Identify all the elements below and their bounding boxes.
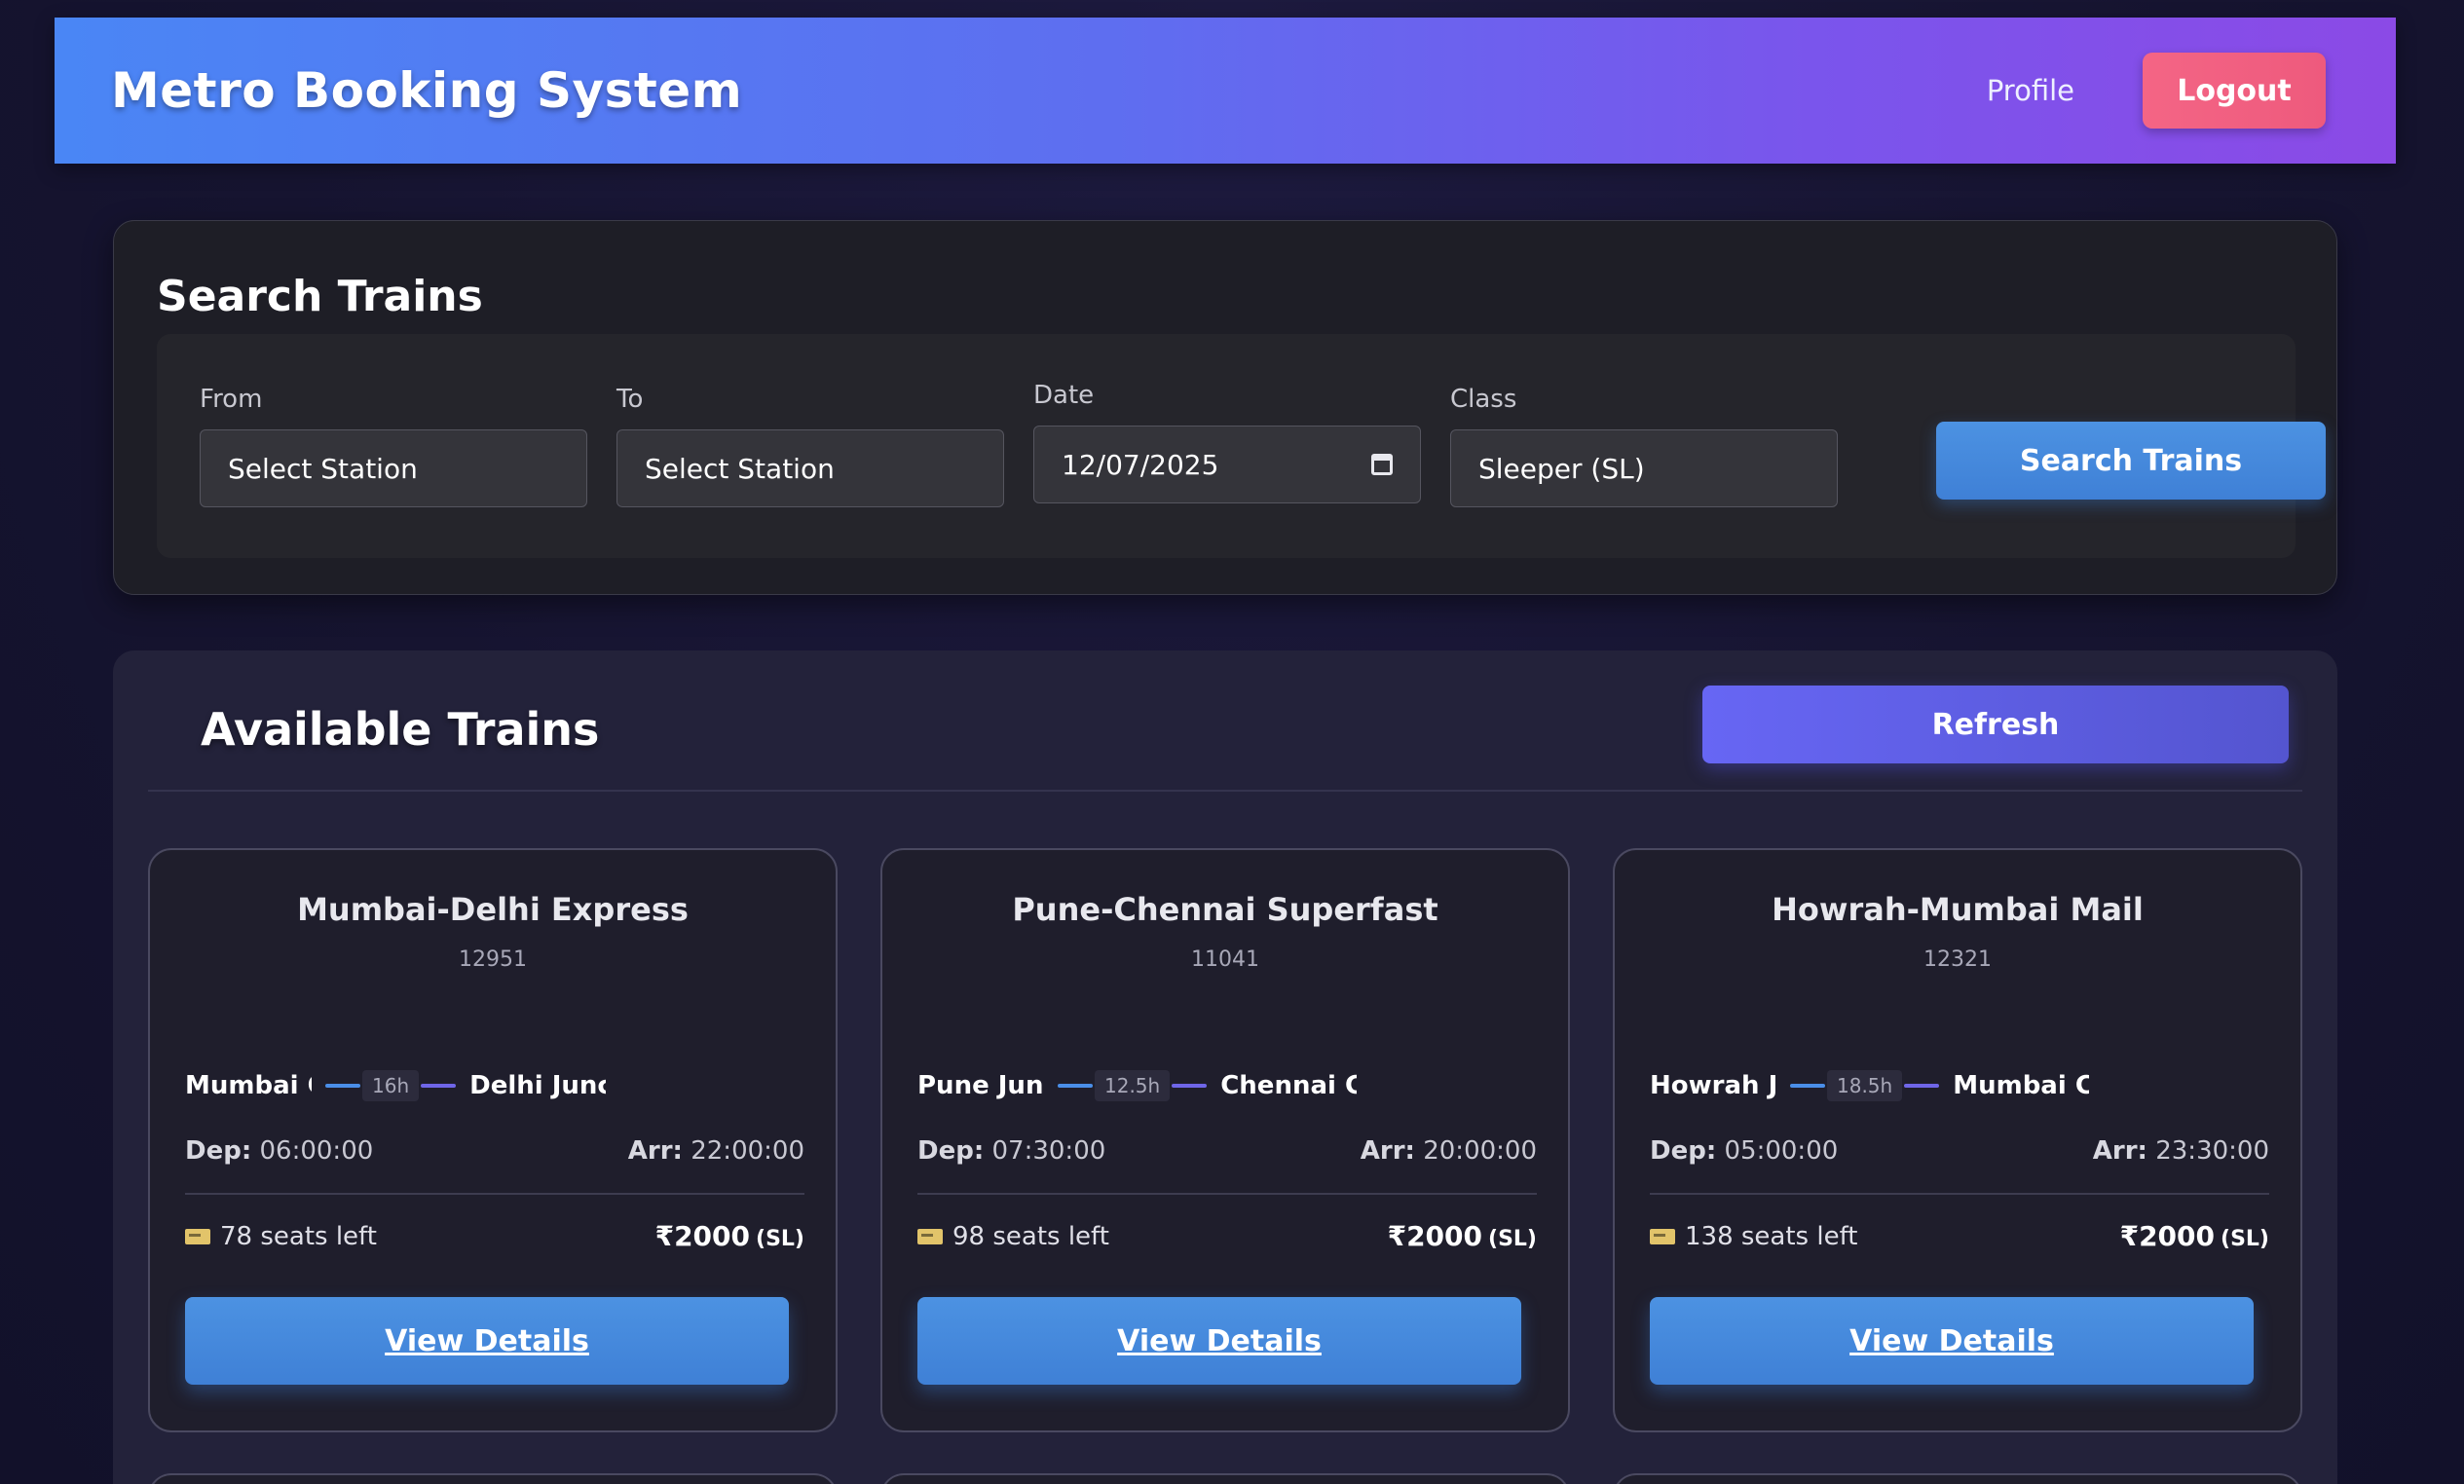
train-route: Howrah Ju 18.5h Mumbai Ce	[1650, 1066, 2269, 1105]
train-route: Pune Junc 12.5h Chennai C	[917, 1066, 1537, 1105]
search-title: Search Trains	[157, 272, 483, 321]
fare-price: ₹2000 (SL)	[2119, 1220, 2269, 1252]
to-field: To Select Station	[616, 383, 1004, 507]
train-number: 12321	[1923, 947, 1992, 972]
train-number: 11041	[1191, 947, 1259, 972]
class-select-value: Sleeper (SL)	[1478, 452, 1645, 485]
to-select-value: Select Station	[645, 452, 835, 485]
seats-available: 78 seats left	[185, 1222, 377, 1251]
arrival-time: Arr: 20:00:00	[1360, 1136, 1537, 1166]
origin-station: Howrah Ju	[1650, 1071, 1776, 1100]
train-card: Mumbai-Delhi Express 12951 Mumbai C 16h …	[148, 848, 838, 1432]
journey-duration: 12.5h	[1095, 1070, 1171, 1101]
view-details-button[interactable]: View Details	[185, 1297, 789, 1385]
search-panel: Search Trains From Select Station To Sel…	[113, 220, 2337, 595]
to-label: To	[616, 385, 644, 414]
class-field: Class Sleeper (SL)	[1450, 383, 1838, 507]
search-form: From Select Station To Select Station Da…	[157, 334, 2326, 558]
results-divider	[148, 790, 2302, 792]
profile-link[interactable]: Profile	[1987, 74, 2074, 107]
from-select[interactable]: Select Station	[200, 429, 587, 507]
destination-station: Chennai C	[1220, 1071, 1358, 1100]
train-card: Howrah-Mumbai Mail 12321 Howrah Ju 18.5h…	[1613, 848, 2302, 1432]
to-select[interactable]: Select Station	[616, 429, 1004, 507]
ticket-icon	[917, 1228, 943, 1244]
fare-price: ₹2000 (SL)	[1387, 1220, 1537, 1252]
fare-price: ₹2000 (SL)	[654, 1220, 804, 1252]
results-title: Available Trains	[201, 703, 600, 756]
train-times: Dep: 05:00:00 Arr: 23:30:00	[1650, 1136, 2269, 1166]
train-name: Pune-Chennai Superfast	[1012, 891, 1438, 928]
destination-station: Delhi Junc	[469, 1071, 607, 1100]
class-select[interactable]: Sleeper (SL)	[1450, 429, 1838, 507]
ticket-icon	[185, 1228, 210, 1244]
arrival-time: Arr: 23:30:00	[2092, 1136, 2269, 1166]
train-times: Dep: 06:00:00 Arr: 22:00:00	[185, 1136, 804, 1166]
route-line: 12.5h	[1058, 1070, 1208, 1101]
calendar-icon[interactable]	[1371, 454, 1393, 475]
class-label: Class	[1450, 385, 1517, 414]
train-name: Howrah-Mumbai Mail	[1772, 891, 2144, 928]
card-divider	[185, 1193, 804, 1195]
origin-station: Pune Junc	[917, 1071, 1044, 1100]
view-details-button[interactable]: View Details	[917, 1297, 1521, 1385]
refresh-button[interactable]: Refresh	[1702, 686, 2289, 763]
ticket-icon	[1650, 1228, 1675, 1244]
from-field: From Select Station	[200, 383, 587, 507]
availability-row: 98 seats left ₹2000 (SL)	[917, 1220, 1537, 1252]
train-times: Dep: 07:30:00 Arr: 20:00:00	[917, 1136, 1537, 1166]
train-card: Pune-Chennai Superfast 11041 Pune Junc 1…	[880, 848, 1570, 1432]
date-field: Date 12/07/2025	[1033, 379, 1421, 503]
seats-available: 138 seats left	[1650, 1222, 1857, 1251]
seats-available: 98 seats left	[917, 1222, 1109, 1251]
date-input-value: 12/07/2025	[1062, 448, 1219, 481]
train-name: Mumbai-Delhi Express	[297, 891, 689, 928]
departure-time: Dep: 07:30:00	[917, 1136, 1106, 1166]
date-input[interactable]: 12/07/2025	[1033, 426, 1421, 503]
app-title: Metro Booking System	[111, 62, 743, 119]
route-line: 18.5h	[1790, 1070, 1940, 1101]
results-panel: Available Trains Refresh Mumbai-Delhi Ex…	[113, 650, 2337, 1484]
train-card-partial	[1613, 1473, 2302, 1484]
header-nav: Profile Logout	[1987, 53, 2326, 129]
card-divider	[917, 1193, 1537, 1195]
availability-row: 78 seats left ₹2000 (SL)	[185, 1220, 804, 1252]
card-divider	[1650, 1193, 2269, 1195]
arrival-time: Arr: 22:00:00	[627, 1136, 804, 1166]
date-label: Date	[1033, 381, 1095, 410]
destination-station: Mumbai Ce	[1953, 1071, 2090, 1100]
view-details-button[interactable]: View Details	[1650, 1297, 2254, 1385]
from-label: From	[200, 385, 263, 414]
from-select-value: Select Station	[228, 452, 418, 485]
train-number: 12951	[459, 947, 527, 972]
logout-button[interactable]: Logout	[2143, 53, 2326, 129]
origin-station: Mumbai C	[185, 1071, 312, 1100]
app-header: Metro Booking System Profile Logout	[55, 18, 2396, 164]
departure-time: Dep: 05:00:00	[1650, 1136, 1839, 1166]
journey-duration: 18.5h	[1827, 1070, 1903, 1101]
journey-duration: 16h	[362, 1070, 420, 1101]
availability-row: 138 seats left ₹2000 (SL)	[1650, 1220, 2269, 1252]
route-line: 16h	[325, 1070, 457, 1101]
search-trains-button[interactable]: Search Trains	[1936, 422, 2326, 500]
train-route: Mumbai C 16h Delhi Junc	[185, 1066, 804, 1105]
departure-time: Dep: 06:00:00	[185, 1136, 374, 1166]
train-card-partial	[880, 1473, 1570, 1484]
train-card-partial	[148, 1473, 838, 1484]
